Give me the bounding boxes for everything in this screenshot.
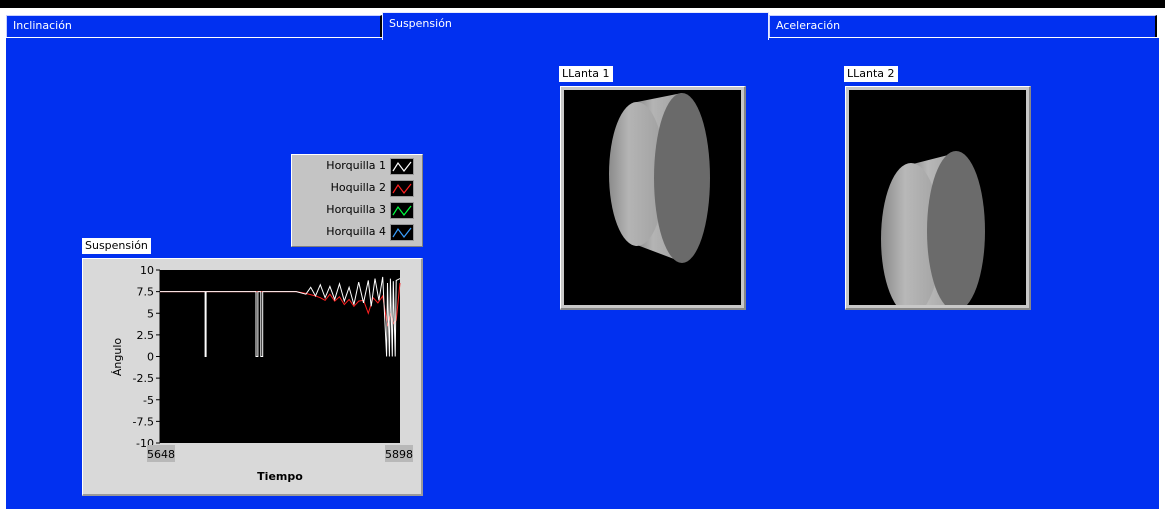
x-max-label[interactable]: 5898	[385, 448, 413, 461]
chart-canvas: 107.552.50-2.5-5-7.5-10 Ángulo 5648 5898…	[111, 264, 413, 483]
legend-label: Horquilla 4	[326, 225, 386, 238]
title-bar	[0, 0, 1165, 8]
legend-label: Hoquilla 2	[330, 181, 386, 194]
wheel-1-viewport	[564, 90, 741, 305]
line-style-icon[interactable]	[390, 202, 414, 219]
tab-inclinacion[interactable]: Inclinación	[6, 15, 382, 37]
y-tick-label: 2.5	[137, 329, 155, 342]
wheel-1-label: LLanta 1	[559, 66, 613, 82]
y-tick-label: 0	[147, 351, 154, 364]
plot-area	[160, 270, 400, 443]
legend-label: Horquilla 1	[326, 159, 386, 172]
line-style-icon[interactable]	[390, 180, 414, 197]
y-tick-label: 5	[147, 307, 154, 320]
y-axis: 107.552.50-2.5-5-7.5-10	[133, 264, 161, 450]
wheel-2-cylinder	[881, 151, 985, 315]
x-axis-label: Tiempo	[257, 470, 303, 483]
y-tick-label: 10	[140, 264, 154, 277]
tab-suspension[interactable]: Suspensión	[382, 12, 769, 40]
suspension-chart[interactable]: 10 7.5 5 2.5 0 -2.5 -5 -7.5 -10 Ángulo 5648 5898…	[82, 258, 423, 496]
wheel-1-3d-picture[interactable]	[560, 86, 746, 310]
y-axis-label: Ángulo	[111, 338, 124, 377]
chart-label: Suspensión	[82, 238, 151, 254]
y-tick-label: -5	[143, 394, 154, 407]
x-min-label[interactable]: 5648	[147, 448, 175, 461]
legend-item-hoquilla-2[interactable]: Hoquilla 2	[292, 179, 422, 199]
legend-item-horquilla-3[interactable]: Horquilla 3	[292, 201, 422, 221]
tab-aceleracion[interactable]: Aceleración	[769, 15, 1157, 37]
y-tick-label: -2.5	[133, 372, 154, 385]
legend-item-horquilla-4[interactable]: Horquilla 4	[292, 223, 422, 243]
front-panel-window: Inclinación Suspensión Aceleración Horqu…	[0, 0, 1165, 509]
wheel-2-3d-picture[interactable]	[845, 86, 1031, 315]
y-tick-label: -7.5	[133, 415, 154, 428]
legend-item-horquilla-1[interactable]: Horquilla 1	[292, 157, 422, 177]
line-style-icon[interactable]	[390, 158, 414, 175]
y-tick-label: 7.5	[137, 286, 155, 299]
line-style-icon[interactable]	[390, 224, 414, 241]
wheel-2-viewport	[849, 90, 1026, 315]
wheel-2-label: LLanta 2	[844, 66, 898, 82]
wheel-1-cylinder	[609, 93, 710, 263]
plot-legend[interactable]: Horquilla 1 Hoquilla 2 Horquilla 3 Horqu…	[291, 154, 423, 247]
legend-label: Horquilla 3	[326, 203, 386, 216]
